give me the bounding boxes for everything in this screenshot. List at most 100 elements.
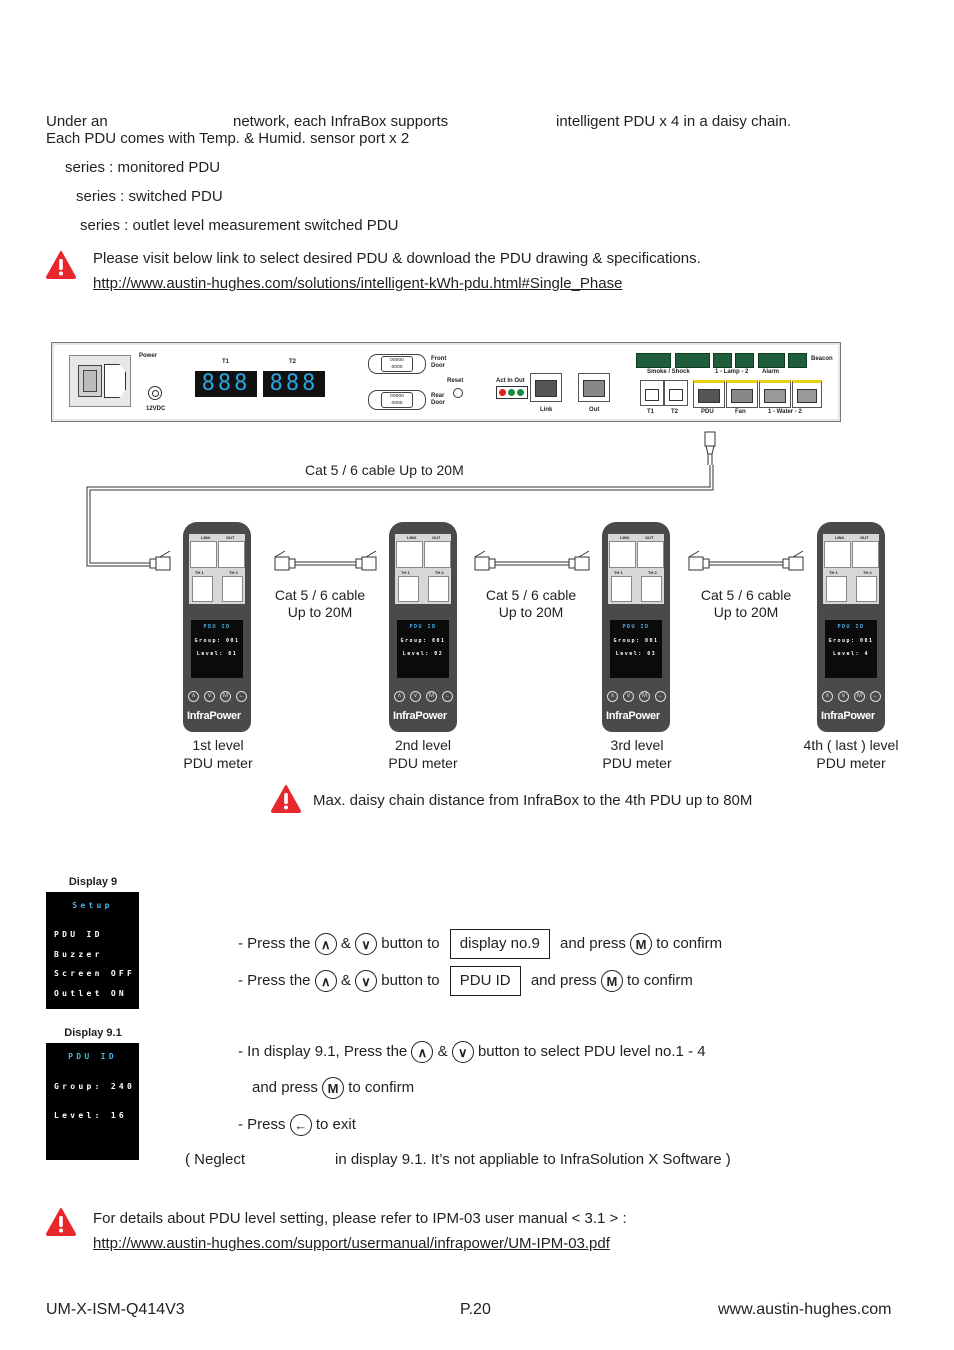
step-text: & <box>437 1043 448 1060</box>
pdu-buttons: ∧ ∨ M ← <box>393 691 453 703</box>
pdu-up-button-icon[interactable]: ∧ <box>394 691 405 702</box>
power-inlet <box>69 355 131 407</box>
pdu-th2-port <box>428 576 449 602</box>
pdu-down-button-icon[interactable]: ∨ <box>623 691 634 702</box>
infrapower-logo: InfraPower <box>821 710 875 722</box>
act-led <box>499 389 506 396</box>
down-button-icon: ∨ <box>355 970 378 993</box>
down-button-icon: ∨ <box>355 933 378 956</box>
cable-label-line2: Up to 20M <box>713 604 779 620</box>
pdu-menu-button-icon[interactable]: M <box>639 691 650 702</box>
power-label: Power <box>139 353 158 359</box>
smoke-shock-label: Smoke / Shock <box>647 369 690 375</box>
cable-label-2-3: Cat 5 / 6 cable Up to 20M <box>471 587 591 621</box>
pdu-screen-group: Group: 001 <box>194 638 240 644</box>
cable-label-1-2: Cat 5 / 6 cable Up to 20M <box>260 587 380 621</box>
display91-screen: PDU ID Group: 240 Level: 16 <box>46 1043 139 1160</box>
pdu-up-button-icon[interactable]: ∧ <box>822 691 833 702</box>
reset-button[interactable] <box>453 388 463 398</box>
menu-button-icon: M <box>322 1077 345 1100</box>
pdu-th1-label: TH 1 <box>195 570 204 575</box>
pdu-menu-button-icon[interactable]: M <box>426 691 437 702</box>
series-monitored: series : monitored PDU <box>65 159 221 176</box>
step-text: & <box>340 935 351 952</box>
pdu-back-button-icon[interactable]: ← <box>442 691 453 702</box>
pdu-back-button-icon[interactable]: ← <box>236 691 247 702</box>
display9-line-outlet: Outlet ON <box>54 989 128 998</box>
t2-display: 888 <box>263 371 325 397</box>
pdu-screen-level: Level: 02 <box>402 651 444 657</box>
step-2: - Press the ∧ & ∨ button to PDU ID and p… <box>238 966 693 996</box>
pdu-down-button-icon[interactable]: ∨ <box>410 691 421 702</box>
pdu-link-port <box>190 541 217 568</box>
pdu-down-button-icon[interactable]: ∨ <box>838 691 849 702</box>
pdu-th1-label: TH 1 <box>401 570 410 575</box>
step-3: - In display 9.1, Press the ∧ & ∨ button… <box>238 1040 706 1064</box>
pdu-caption: 1st level PDU meter <box>148 736 288 772</box>
step-text: to exit <box>315 1116 356 1133</box>
pdu-buttons: ∧ ∨ M ← <box>187 691 247 703</box>
pdu-link-port <box>609 541 636 568</box>
pdu-caption: 2nd level PDU meter <box>353 736 493 772</box>
power-switch[interactable] <box>78 365 102 397</box>
shock-terminal <box>675 353 710 368</box>
series-switched: series : switched PDU <box>76 188 223 205</box>
pdu-th2-label: TH 2 <box>229 570 238 575</box>
pdu-caption: 4th ( last ) level PDU meter <box>781 736 921 772</box>
infrapower-logo: InfraPower <box>606 710 660 722</box>
lamp-label: 1 - Lamp - 2 <box>715 369 749 375</box>
alarm-label: Alarm <box>762 369 780 375</box>
pdu-up-button-icon[interactable]: ∧ <box>607 691 618 702</box>
t2-port-label: T2 <box>671 409 679 415</box>
pdu-out-label: OUT <box>432 535 441 540</box>
fan-port <box>726 380 758 408</box>
front-door-label: Front Door <box>431 356 447 369</box>
pdu-caption-meter: PDU meter <box>602 755 672 771</box>
series-outlet-measurement: series : outlet level measurement switch… <box>80 217 399 234</box>
pdu-meter: LINK OUT TH 1 TH 2 PDU ID Group: 001 Level: 4 ∧… <box>817 522 885 732</box>
infrapower-logo: InfraPower <box>393 710 447 722</box>
pdu-th2-label: TH 2 <box>435 570 444 575</box>
notice-pdu-selection: Please visit below link to select desire… <box>93 250 701 267</box>
pdu-link-port <box>396 541 423 568</box>
t2-label: T2 <box>289 359 297 365</box>
warning-icon <box>46 251 76 279</box>
pdu-up-button-icon[interactable]: ∧ <box>188 691 199 702</box>
pdu-screen-level: Level: 4 <box>832 651 870 657</box>
top-cable-label: Cat 5 / 6 cable Up to 20M <box>305 462 464 478</box>
pdu-menu-button-icon[interactable]: M <box>854 691 865 702</box>
step-text: - Press <box>238 1116 286 1133</box>
pdu-back-button-icon[interactable]: ← <box>655 691 666 702</box>
ipm03-manual-link[interactable]: http://www.austin-hughes.com/support/use… <box>93 1235 610 1253</box>
step-text: button to select PDU level no.1 - 4 <box>477 1043 706 1060</box>
pdu-screen: PDU ID Group: 001 Level: 4 <box>825 620 877 678</box>
pdu-link-label: LINK <box>201 535 211 540</box>
pdu-th1-label: TH 1 <box>829 570 838 575</box>
pdu-menu-button-icon[interactable]: M <box>220 691 231 702</box>
pdu-buttons: ∧ ∨ M ← <box>821 691 881 703</box>
step-text: - In display 9.1, Press the <box>238 1043 408 1060</box>
display9-title: Setup <box>72 901 113 910</box>
footer-website[interactable]: www.austin-hughes.com <box>718 1301 891 1319</box>
pdu-th1-port <box>826 576 847 602</box>
pdu-selection-link[interactable]: http://www.austin-hughes.com/solutions/i… <box>93 275 622 293</box>
pdu-screen-title: PDU ID <box>203 624 231 630</box>
water1-port <box>759 380 791 408</box>
menu-button-icon: M <box>630 933 653 956</box>
step-text: and press <box>252 1079 318 1096</box>
lamp1-terminal <box>713 353 732 368</box>
pdu-meter: LINK OUT TH 1 TH 2 PDU ID Group: 001 Level: 03… <box>602 522 670 732</box>
pdu-port-panel: LINK OUT TH 1 TH 2 <box>395 534 451 604</box>
neglect-note-start: ( Neglect <box>185 1151 246 1168</box>
out-port-label: Out <box>589 407 600 413</box>
footer-page: P.20 <box>460 1301 491 1318</box>
water2-port <box>792 380 822 408</box>
pdu-back-button-icon[interactable]: ← <box>870 691 881 702</box>
pdu-caption-meter: PDU meter <box>816 755 886 771</box>
daisy-chain-cables <box>86 431 804 571</box>
act-in-out-label: Act In Out <box>496 378 525 384</box>
pdu-caption-level: 4th ( last ) level <box>803 737 899 753</box>
pdu-down-button-icon[interactable]: ∨ <box>204 691 215 702</box>
t1-label: T1 <box>222 359 230 365</box>
step-text: button to <box>381 972 440 989</box>
